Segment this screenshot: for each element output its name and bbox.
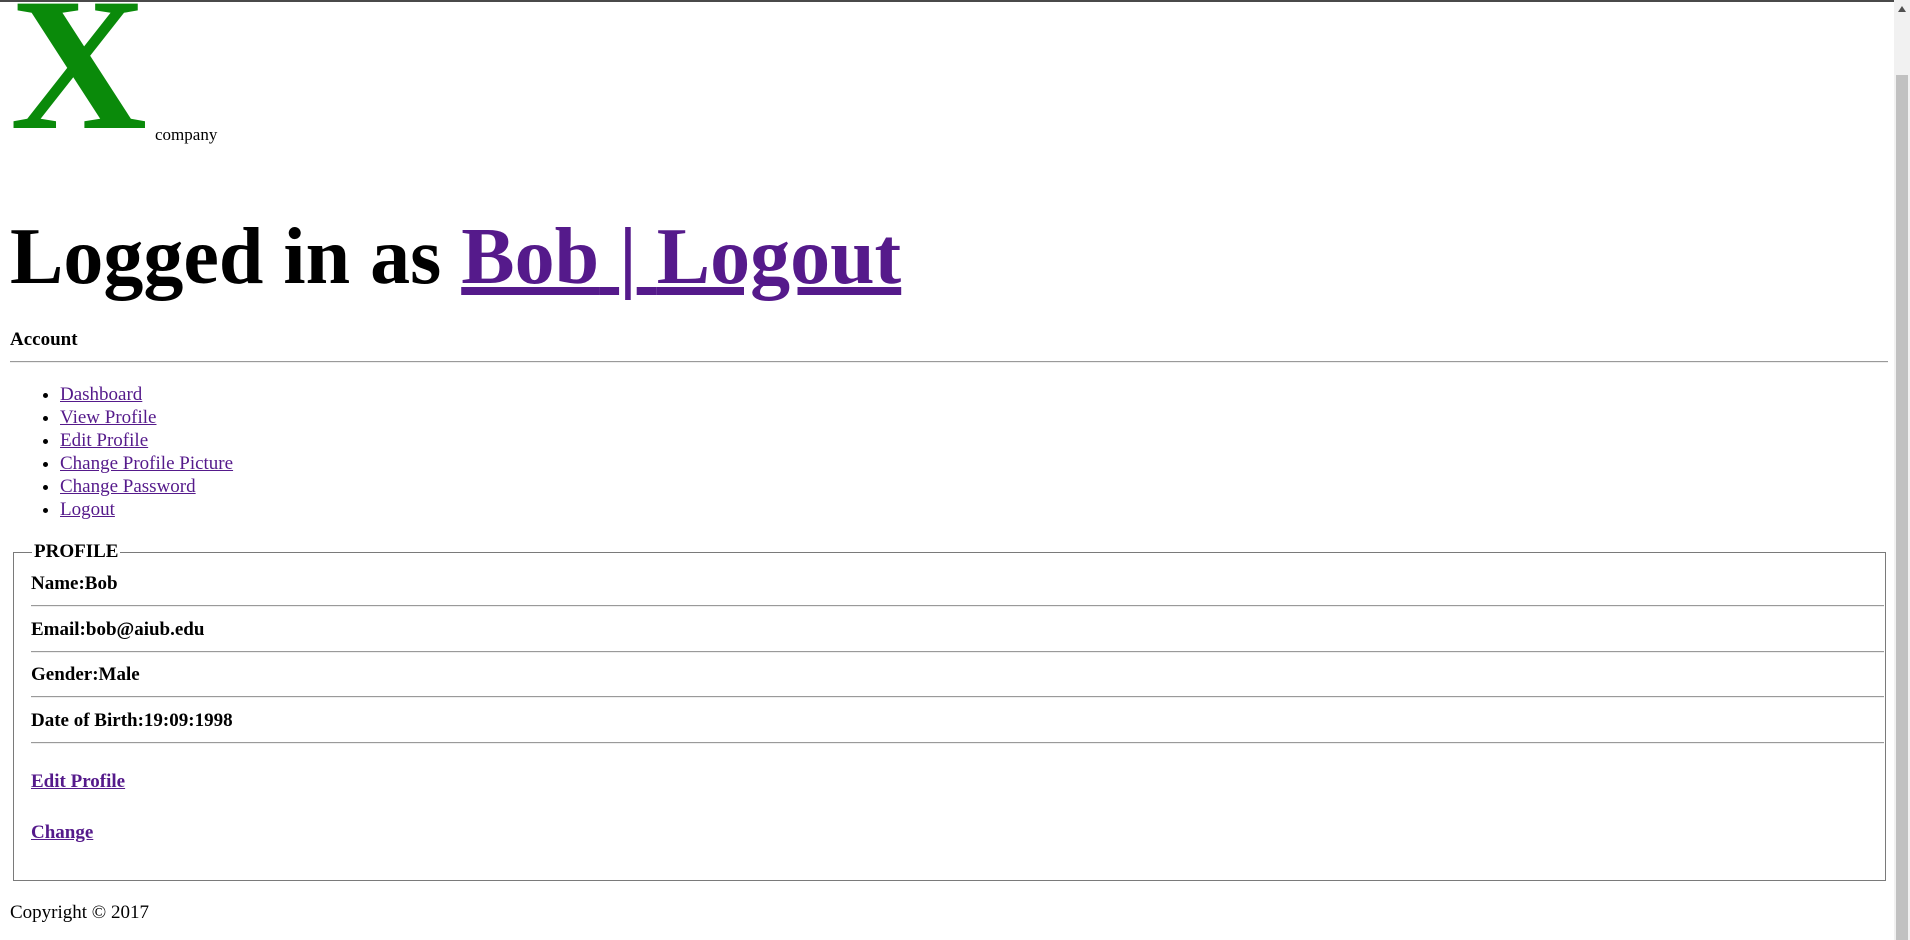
divider xyxy=(31,696,1884,698)
profile-email: Email:bob@aiub.edu xyxy=(31,619,205,640)
account-label: Account xyxy=(10,329,78,350)
user-name-link[interactable]: Bob xyxy=(461,213,599,301)
nav-item-view-profile: View Profile xyxy=(60,406,233,429)
nav-item-edit-profile: Edit Profile xyxy=(60,429,233,452)
edit-profile-link[interactable]: Edit Profile xyxy=(31,771,125,793)
divider xyxy=(10,361,1888,363)
profile-gender: Gender:Male xyxy=(31,664,140,685)
nav-link-edit-profile[interactable]: Edit Profile xyxy=(60,430,148,451)
logo-x-letter: X xyxy=(10,0,148,170)
login-status-heading: Logged in as Bob | Logout xyxy=(10,212,901,302)
copyright-text: Copyright © 2017 xyxy=(10,902,149,923)
logo-company-text: company xyxy=(155,125,218,144)
user-logout-link[interactable]: Bob | Logout xyxy=(461,213,901,301)
divider xyxy=(31,651,1884,653)
nav-item-change-password: Change Password xyxy=(60,475,233,498)
nav-link-change-profile-picture[interactable]: Change Profile Picture xyxy=(60,453,233,474)
account-nav-list: Dashboard View Profile Edit Profile Chan… xyxy=(10,383,233,521)
nav-link-change-password[interactable]: Change Password xyxy=(60,476,196,497)
nav-item-change-profile-picture: Change Profile Picture xyxy=(60,452,233,475)
nav-item-dashboard: Dashboard xyxy=(60,383,233,406)
profile-name: Name:Bob xyxy=(31,573,118,594)
nav-link-view-profile[interactable]: View Profile xyxy=(60,407,156,428)
separator: | xyxy=(619,213,637,301)
nav-link-dashboard[interactable]: Dashboard xyxy=(60,384,142,405)
scroll-up-arrow-icon[interactable] xyxy=(1898,6,1906,12)
divider xyxy=(31,742,1884,744)
logged-in-text: Logged in as xyxy=(10,213,442,301)
profile-legend: PROFILE xyxy=(32,541,121,563)
nav-link-logout[interactable]: Logout xyxy=(60,499,115,520)
divider xyxy=(31,605,1884,607)
company-logo: X company xyxy=(10,0,410,160)
nav-item-logout: Logout xyxy=(60,498,233,521)
scrollbar-thumb[interactable] xyxy=(1896,75,1908,940)
vertical-scrollbar[interactable] xyxy=(1894,0,1910,940)
header-logout-link[interactable]: Logout xyxy=(657,213,902,301)
profile-dob: Date of Birth:19:09:1998 xyxy=(31,710,233,731)
change-link[interactable]: Change xyxy=(31,822,93,844)
profile-fieldset: PROFILE Name:Bob Email:bob@aiub.edu Gend… xyxy=(13,541,1886,881)
